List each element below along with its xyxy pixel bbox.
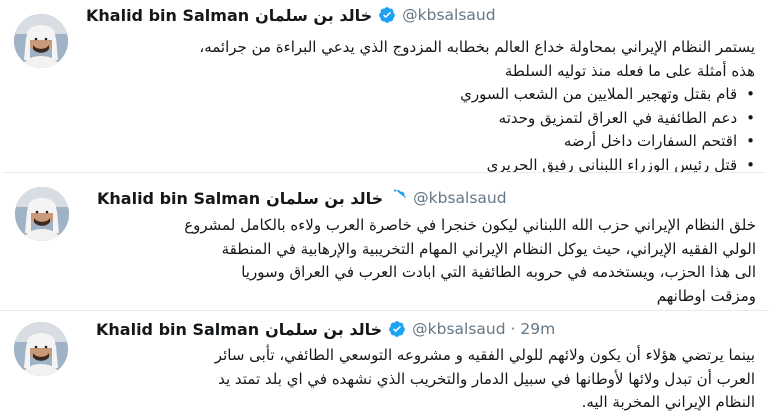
tweet-text: خلق النظام الإيراني حزب الله اللبناني لي…	[184, 214, 756, 308]
handle[interactable]: @kbsalsaud	[402, 6, 495, 24]
tweet-1[interactable]: Khalid bin Salman خالد بن سلمان @kbsalsa…	[0, 0, 769, 174]
text-line: العرب أن تبدل ولائها لأوطانها في سبيل ال…	[218, 369, 755, 388]
tweet-2[interactable]: Khalid bin Salman خالد بن سلمان @kbsalsa…	[3, 172, 766, 311]
display-name[interactable]: Khalid bin Salman	[97, 189, 260, 208]
verified-badge-icon	[389, 189, 407, 207]
tweet-3[interactable]: Khalid bin Salman خالد بن سلمان @kbsalsa…	[0, 310, 769, 419]
text-line: خلق النظام الإيراني حزب الله اللبناني لي…	[184, 216, 756, 234]
tweet-header: Khalid bin Salman خالد بن سلمان @kbsalsa…	[96, 317, 555, 341]
text-line: هذه أمثلة على ما فعله منذ توليه السلطة	[504, 61, 755, 80]
text-line: الى هذا الحزب، ويستخدمه في حروبه الطائفي…	[241, 263, 756, 281]
text-line: النظام الإيراني المخربة اليه.	[581, 393, 755, 411]
avatar[interactable]	[14, 322, 68, 376]
list-item: اقتحم السفارات داخل أرضه	[199, 130, 755, 154]
display-name-arabic[interactable]: خالد بن سلمان	[255, 6, 372, 25]
tweet-header: Khalid bin Salman خالد بن سلمان @kbsalsa…	[86, 3, 496, 27]
handle[interactable]: @kbsalsaud	[412, 320, 505, 338]
separator-dot: ·	[510, 320, 516, 338]
display-name-arabic[interactable]: خالد بن سلمان	[266, 189, 383, 208]
avatar[interactable]	[15, 187, 69, 241]
text-line: ومزقت اوطانهم	[656, 286, 756, 305]
display-name[interactable]: Khalid bin Salman	[96, 320, 259, 339]
tweet-screenshot: Khalid bin Salman خالد بن سلمان @kbsalsa…	[0, 0, 769, 419]
text-line: بينما يرتضي هؤلاء أن يكون ولائهم للولي ا…	[214, 346, 755, 364]
timestamp[interactable]: 29m	[520, 320, 555, 338]
avatar[interactable]	[14, 14, 68, 68]
list-item: قام بقتل وتهجير الملايين من الشعب السوري	[199, 83, 755, 107]
verified-badge-icon	[378, 6, 396, 24]
tweet-text: يستمر النظام الإيراني بمحاولة خداع العال…	[199, 36, 755, 177]
display-name[interactable]: Khalid bin Salman	[86, 6, 249, 25]
verified-badge-icon	[388, 320, 406, 338]
display-name-arabic[interactable]: خالد بن سلمان	[265, 320, 382, 339]
tweet-header: Khalid bin Salman خالد بن سلمان @kbsalsa…	[97, 186, 507, 210]
handle[interactable]: @kbsalsaud	[413, 189, 506, 207]
tweet-text: بينما يرتضي هؤلاء أن يكون ولائهم للولي ا…	[215, 344, 755, 415]
text-line: يستمر النظام الإيراني بمحاولة خداع العال…	[199, 38, 755, 56]
list-item: دعم الطائفية في العراق لتمزيق وحدته	[199, 107, 755, 131]
text-line: الولي الفقيه الإيراني، حيث يوكل النظام ا…	[221, 239, 756, 258]
